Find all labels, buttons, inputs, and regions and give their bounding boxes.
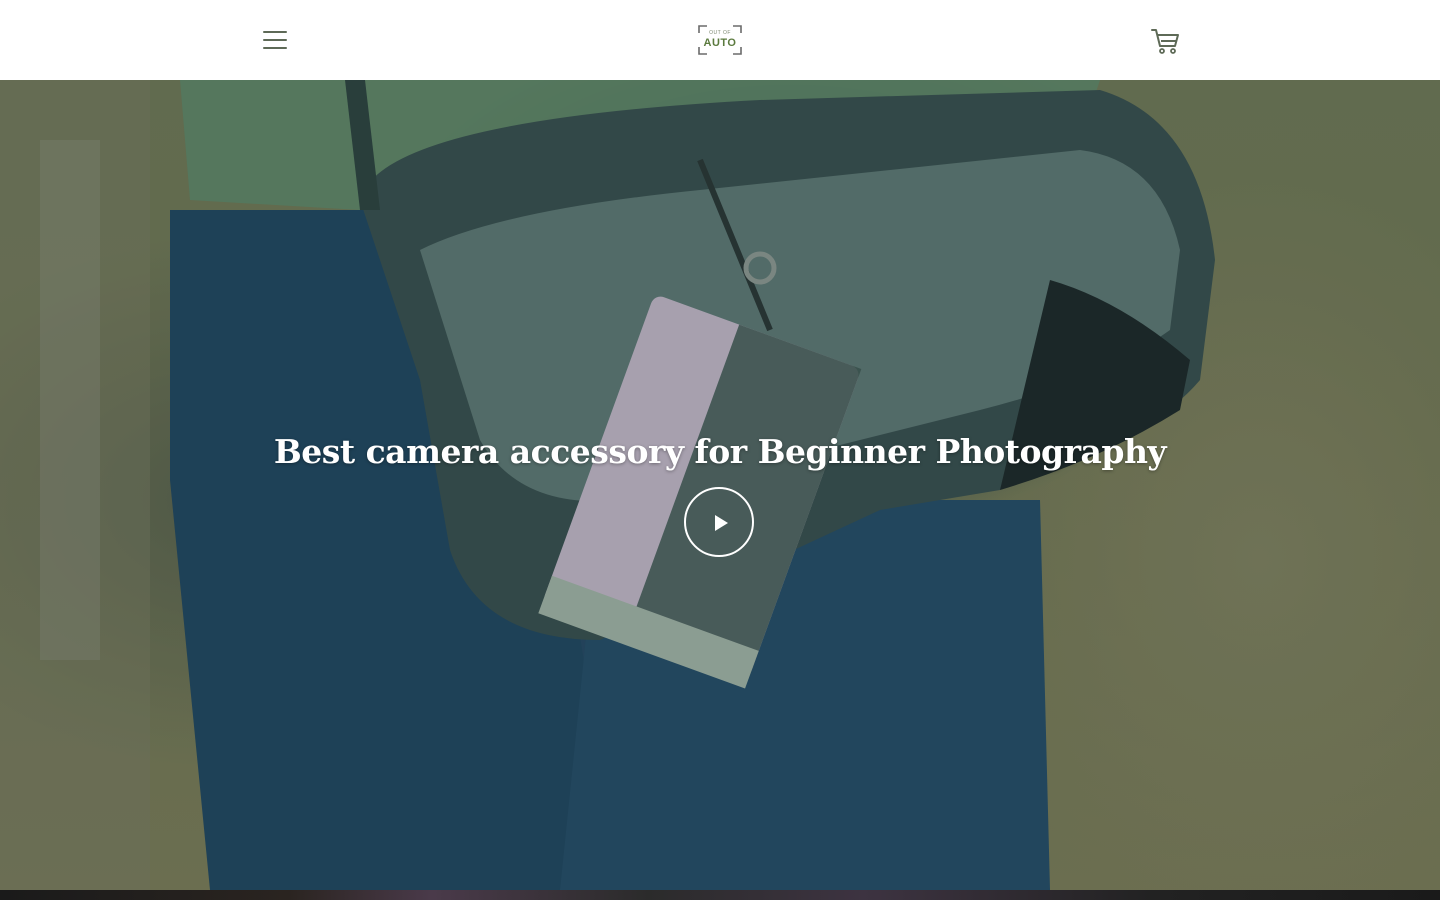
site-logo[interactable]: OUT OF AUTO [697,24,743,56]
hamburger-menu-icon-bar [263,47,287,49]
hero-overlay [0,80,1440,890]
play-video-button[interactable] [684,487,754,557]
hero-title: Best camera accessory for Beginner Photo… [273,432,1167,472]
play-icon [715,515,728,531]
menu-button[interactable] [258,24,292,56]
logo-big-text: AUTO [703,37,737,49]
logo-small-text: OUT OF [709,30,731,36]
cart-button[interactable] [1148,24,1182,56]
shopping-cart-icon [1151,29,1179,54]
hamburger-menu-icon [263,31,287,33]
hamburger-menu-icon-bar [263,39,287,41]
next-section-preview [0,890,1440,900]
site-header: OUT OF AUTO [0,0,1440,80]
hero-video-section: Best camera accessory for Beginner Photo… [0,80,1440,890]
